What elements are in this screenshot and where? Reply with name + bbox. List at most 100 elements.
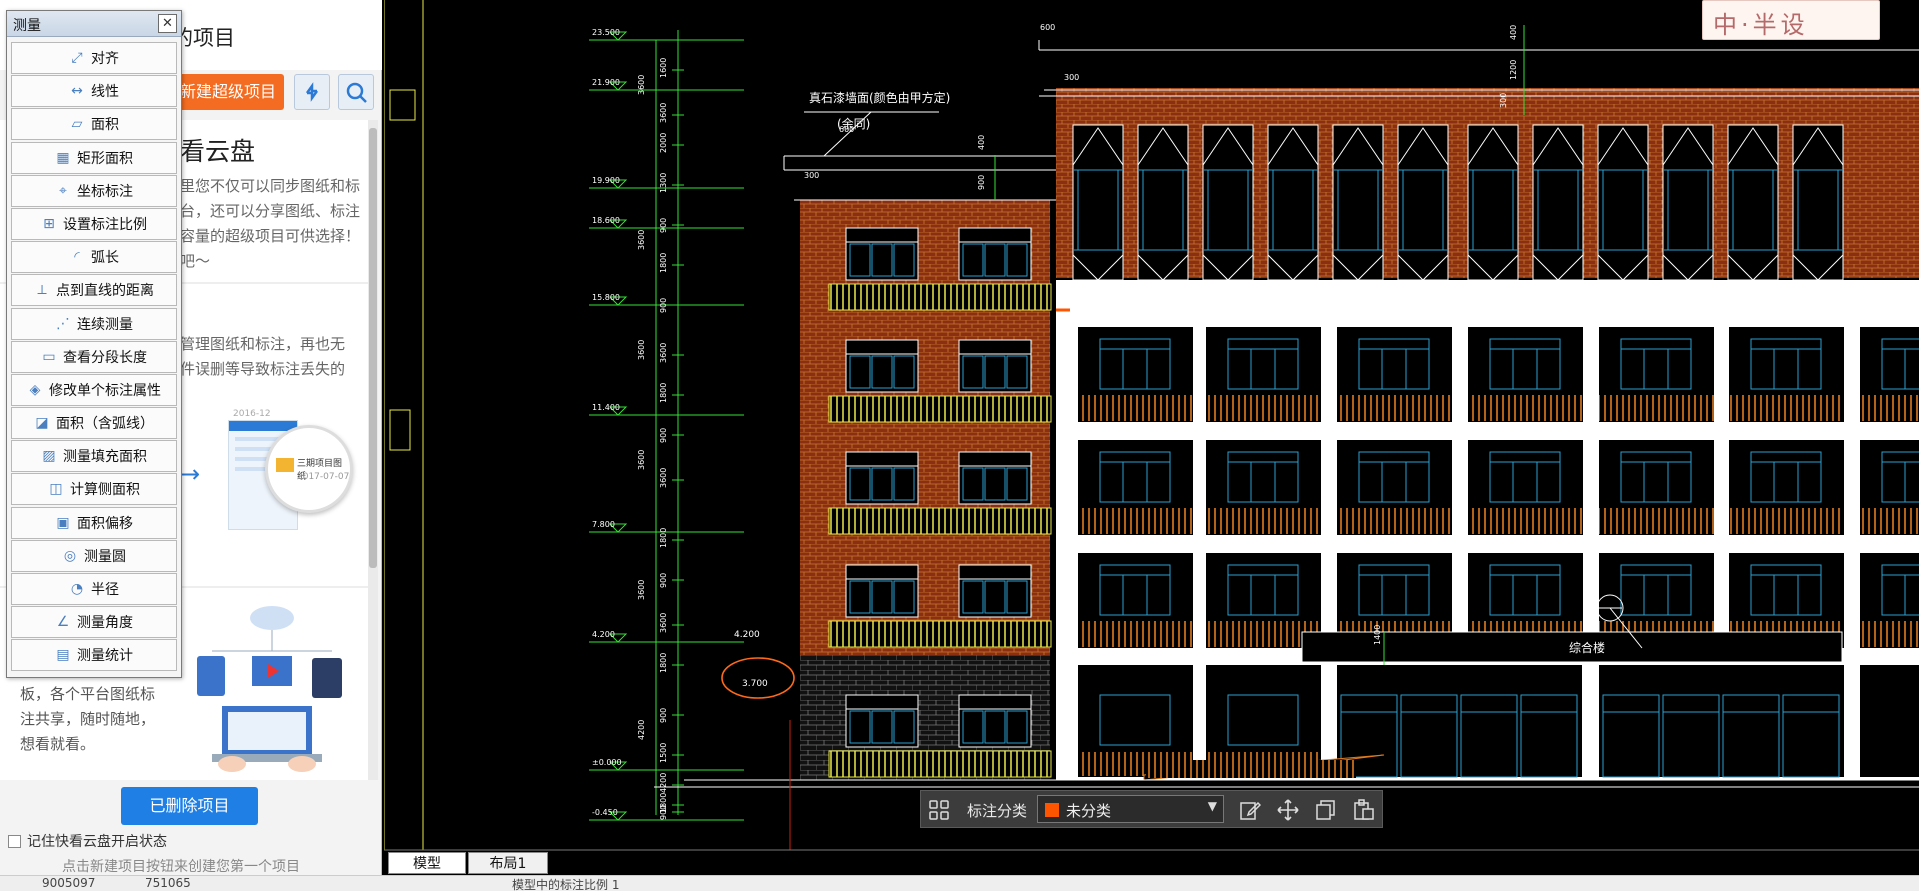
balcony-railing-orange — [1337, 395, 1452, 421]
dim-label: 400 — [1509, 25, 1518, 40]
balcony-railing-orange — [1078, 621, 1193, 647]
dim-label: 900 — [977, 175, 986, 190]
balcony-railing-orange — [1599, 395, 1714, 421]
radius-icon: ◔ — [70, 581, 84, 597]
measure-tool-label: 矩形面积 — [77, 150, 133, 167]
dim-label: 300 — [1499, 93, 1508, 108]
intro-paragraph-1: 里您不仅可以同步图纸和标 台，还可以分享图纸、标注 容量的超级项目可供选择！ 吧～ — [180, 177, 361, 270]
storefront — [1337, 665, 1582, 777]
tab-model[interactable]: 模型 — [388, 852, 466, 874]
balcony-railing-orange — [1860, 621, 1919, 647]
create-project-hint: 点击新建项目按钮来创建您第一个项目 — [62, 859, 300, 875]
category-select[interactable]: 未分类 ▼ — [1037, 795, 1224, 823]
edit-icon[interactable] — [1239, 799, 1261, 821]
measure-tool-rect-area[interactable]: ▦ 矩形面积 — [11, 141, 177, 174]
arc-length-icon: ◜ — [74, 249, 80, 266]
signboard-text: 综合楼 — [1569, 640, 1605, 655]
storefront — [1599, 665, 1844, 777]
segment-icon: ▭ — [42, 348, 56, 365]
measure-tool-area-offset[interactable]: ▣ 面积偏移 — [11, 506, 177, 539]
checkbox-box[interactable] — [8, 835, 21, 848]
cad-drawing-canvas[interactable]: 23.500 21.900 19.900 18.600 15.800 11.400 7.80… — [384, 0, 1919, 875]
measure-panel-titlebar[interactable]: 测量 ✕ — [7, 11, 181, 37]
measure-tool-label: 测量圆 — [84, 548, 126, 565]
tall-window — [1137, 124, 1189, 281]
measure-tool-circle[interactable]: ◎ 测量圆 — [11, 539, 177, 572]
tall-window — [1467, 124, 1519, 281]
measure-tool-segment[interactable]: ▭ 查看分段长度 — [11, 340, 177, 373]
measure-tool-label: 线性 — [91, 84, 119, 101]
panel-scrollbar[interactable] — [368, 120, 378, 780]
measure-tool-edit-dim[interactable]: ◈ 修改单个标注属性 — [11, 373, 177, 406]
measure-tool-label: 弧长 — [91, 250, 119, 267]
measure-tool-label: 测量角度 — [77, 615, 133, 632]
measure-tool-angle[interactable]: ∠ 测量角度 — [11, 606, 177, 639]
tab-layout1[interactable]: 布局1 — [468, 852, 548, 874]
dim-label: 3600 — [659, 103, 668, 123]
window — [845, 564, 919, 618]
dim-label: 1500 — [659, 743, 668, 763]
measure-tool-side-area[interactable]: ◫ 计算侧面积 — [11, 473, 177, 506]
balcony-railing — [828, 750, 1052, 778]
measure-tool-continuous[interactable]: ⋰ 连续测量 — [11, 307, 177, 340]
intro-paragraph-2: 管理图纸和标注，再也无 件误删等导致标注丢失的 — [180, 335, 346, 378]
measure-tool-stats[interactable]: ▤ 测量统计 — [11, 639, 177, 672]
measure-tool-radius[interactable]: ◔ 半径 — [11, 573, 177, 605]
measure-tool-label: 连续测量 — [77, 316, 133, 333]
new-super-project-button[interactable]: 新建超级项目 — [172, 74, 284, 110]
tall-window — [1332, 124, 1384, 281]
watermark-logo: 中·半设 — [1702, 0, 1880, 40]
steps-railing — [1146, 760, 1356, 778]
measure-tool-linear-dim[interactable]: ↔ 线性 — [11, 75, 177, 108]
sync-button[interactable] — [294, 74, 330, 110]
dim-label: 3600 — [637, 230, 646, 250]
measure-tool-aligned-dim[interactable]: ⤢ 对齐 — [11, 42, 177, 74]
level-label-side: 4.200 — [734, 630, 760, 640]
stats-icon: ▤ — [56, 647, 70, 664]
paste-icon[interactable] — [1353, 799, 1375, 821]
measure-tool-scale[interactable]: ⊞ 设置标注比例 — [11, 207, 177, 240]
measure-tool-coordinate[interactable]: ⌖ 坐标标注 — [11, 174, 177, 207]
scale-icon: ⊞ — [43, 215, 55, 232]
close-button[interactable]: ✕ — [158, 14, 177, 33]
measure-tool-hatch-area[interactable]: ▨ 测量填充面积 — [11, 440, 177, 473]
side-annotation — [389, 89, 416, 121]
side-area-icon: ◫ — [49, 481, 63, 498]
aligned-dim-icon: ⤢ — [71, 50, 83, 66]
balcony-railing-orange — [1468, 508, 1583, 534]
elevation-label: 7.800 — [592, 520, 615, 529]
measure-tool-arc-area[interactable]: ◪ 面积（含弧线） — [11, 407, 177, 440]
elevation-label: 18.600 — [592, 216, 620, 225]
elevation-label: 11.400 — [592, 403, 620, 412]
measure-tool-arc-length[interactable]: ◜ 弧长 — [11, 241, 177, 274]
continuous-icon: ⋰ — [56, 315, 70, 332]
category-select-value: 未分类 — [1066, 802, 1112, 820]
annotation-toolbar: 标注分类 未分类 ▼ — [920, 790, 1383, 828]
copy-icon[interactable] — [1315, 799, 1337, 821]
circled-value: 3.700 — [742, 679, 768, 689]
dim-label: 900 — [659, 708, 668, 723]
rect-area-icon: ▦ — [56, 149, 70, 166]
elevation-label: 4.200 — [592, 630, 615, 639]
measure-tool-area[interactable]: ▱ 面积 — [11, 108, 177, 141]
scrollbar-thumb[interactable] — [369, 128, 377, 568]
measure-tool-label: 修改单个标注属性 — [49, 382, 161, 399]
dim-label: 1800 — [659, 528, 668, 548]
measure-tool-point-line[interactable]: ⟂ 点到直线的距离 — [11, 274, 177, 307]
measure-tool-label: 测量填充面积 — [63, 449, 147, 466]
measure-tools-list: ⤢ 对齐 ↔ 线性 ▱ 面积 ▦ 矩形面积 ⌖ 坐标标注 ⊞ 设置标注比例 ◜ 弧长 ⟂ 点到直线的距离 ⋰ 连续… — [11, 42, 177, 673]
measure-tool-label: 测量统计 — [77, 648, 133, 665]
group-icon[interactable] — [929, 800, 949, 820]
search-button[interactable] — [338, 74, 374, 110]
tall-window — [1792, 124, 1844, 281]
balcony-railing-orange — [1078, 395, 1193, 421]
material-note: 真石漆墙面(颜色由甲方定) — [809, 90, 950, 105]
area-icon: ▱ — [71, 116, 83, 133]
window — [845, 694, 919, 748]
intro-paragraph-3: 板，各个平台图纸标 注共享，随时随地， 想看就看。 — [20, 685, 156, 753]
move-icon[interactable] — [1277, 799, 1299, 821]
remember-state-checkbox[interactable]: 记住快看云盘开启状态 — [8, 831, 167, 851]
deleted-projects-button[interactable]: 已删除项目 — [121, 787, 258, 825]
dim-label: 3600 — [637, 580, 646, 600]
window — [958, 564, 1032, 618]
